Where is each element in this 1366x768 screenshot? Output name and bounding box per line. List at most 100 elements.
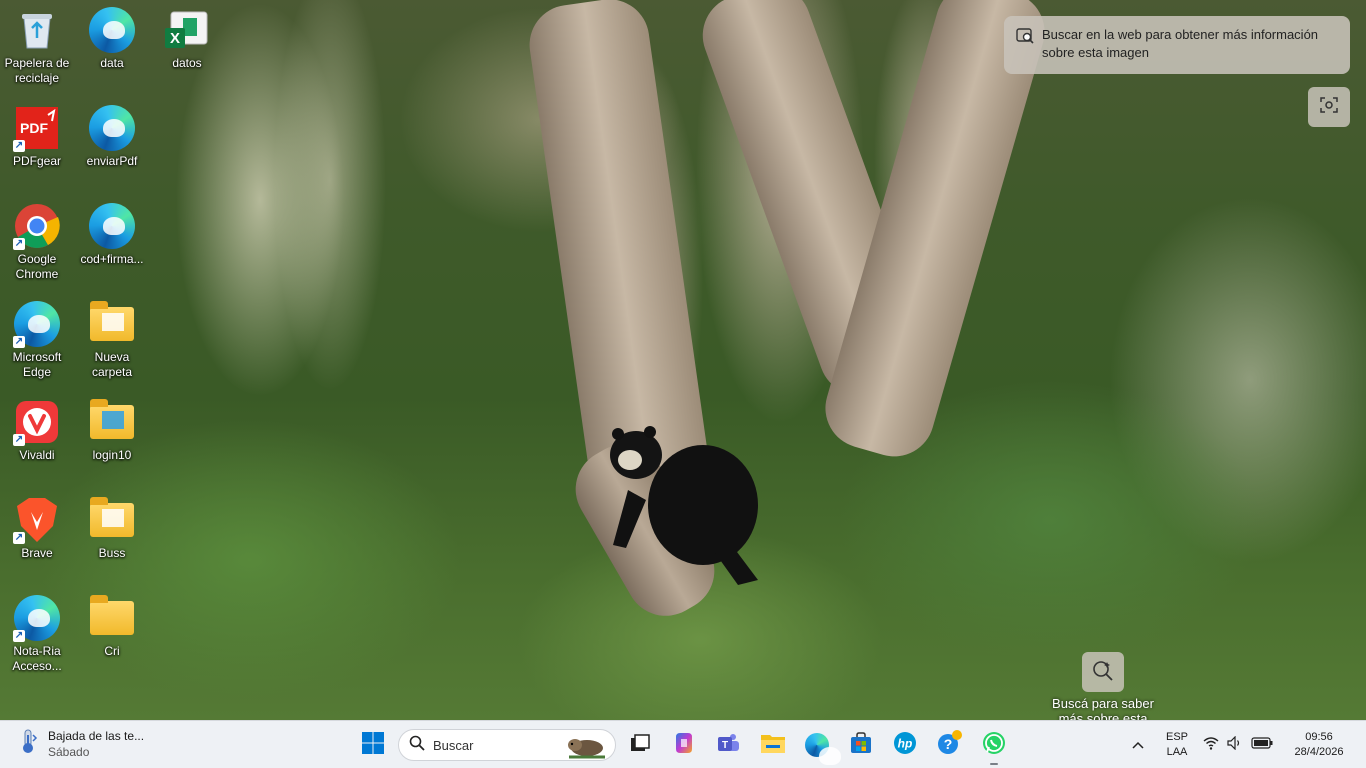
desktop-icon-recycle-bin[interactable]: Papelera de reciclaje bbox=[0, 6, 74, 86]
get-help-button[interactable]: ? bbox=[933, 729, 965, 761]
svg-text:?: ? bbox=[944, 736, 953, 752]
shortcut-arrow-icon: ↗ bbox=[13, 434, 25, 446]
quick-settings-button[interactable] bbox=[1200, 729, 1276, 761]
spotlight-button[interactable] bbox=[1082, 652, 1124, 692]
desktop-icon-label: Papelera de reciclaje bbox=[4, 56, 70, 85]
desktop-icon-login10[interactable]: login10 bbox=[75, 398, 149, 463]
weather-title: Bajada de las te... bbox=[48, 728, 145, 743]
svg-text:PDF: PDF bbox=[20, 120, 48, 136]
edge-icon bbox=[805, 733, 841, 765]
folder-icon bbox=[88, 496, 136, 544]
edge-icon: ↗ bbox=[13, 594, 61, 642]
visual-search-prompt[interactable]: Buscar en la web para obtener más inform… bbox=[1004, 16, 1350, 74]
desktop-icon-cod-firma[interactable]: cod+firma... bbox=[75, 202, 149, 267]
teams-icon: T bbox=[716, 731, 740, 760]
edge-icon: ↗ bbox=[13, 300, 61, 348]
thermometer-icon bbox=[16, 727, 40, 760]
volume-icon bbox=[1227, 735, 1243, 755]
folder-icon bbox=[88, 398, 136, 446]
desktop-icon-cri[interactable]: Cri bbox=[75, 594, 149, 659]
store-button[interactable] bbox=[845, 729, 877, 761]
desktop-icon-label: Nueva carpeta bbox=[91, 350, 133, 379]
weather-subtitle: Sábado bbox=[48, 744, 90, 759]
pdf-icon: PDF ↗ bbox=[13, 104, 61, 152]
desktop-icon-data[interactable]: data bbox=[75, 6, 149, 71]
copilot-icon bbox=[672, 731, 696, 760]
clock-time: 09:56 bbox=[1305, 731, 1333, 743]
desktop-icon-datos[interactable]: X datos bbox=[150, 6, 224, 71]
visual-search-icon bbox=[1016, 26, 1034, 49]
excel-icon: X bbox=[163, 6, 211, 54]
edge-taskbar-button[interactable] bbox=[801, 729, 841, 765]
store-icon bbox=[849, 731, 873, 760]
desktop-icon-label: Nota-Ria Acceso... bbox=[12, 644, 62, 673]
desktop-icon-label: cod+firma... bbox=[80, 252, 144, 266]
shortcut-arrow-icon: ↗ bbox=[13, 532, 25, 544]
taskbar-search-box[interactable]: Buscar bbox=[398, 729, 616, 761]
file-explorer-icon bbox=[760, 732, 786, 759]
svg-text:X: X bbox=[170, 30, 180, 47]
folder-icon bbox=[88, 594, 136, 642]
recycle-bin-icon bbox=[13, 6, 61, 54]
svg-text:hp: hp bbox=[898, 736, 913, 750]
input-language-indicator[interactable]: ESP LAA bbox=[1160, 730, 1194, 760]
folder-icon bbox=[88, 300, 136, 348]
edge-icon bbox=[88, 202, 136, 250]
hp-icon: hp bbox=[893, 731, 917, 760]
language-code: ESP bbox=[1165, 731, 1188, 743]
windows-start-icon bbox=[361, 731, 385, 760]
search-highlight-animal-icon bbox=[565, 733, 609, 764]
wifi-icon bbox=[1203, 736, 1219, 755]
whatsapp-button[interactable] bbox=[978, 729, 1010, 765]
lens-button[interactable] bbox=[1308, 87, 1350, 127]
search-placeholder: Buscar bbox=[433, 737, 474, 753]
desktop-icon-label: enviarPdf bbox=[86, 154, 138, 168]
desktop-icon-label: PDFgear bbox=[12, 154, 62, 168]
start-button[interactable] bbox=[357, 729, 389, 761]
teams-button[interactable]: T bbox=[712, 729, 744, 761]
desktop-icon-label: Google Chrome bbox=[15, 252, 59, 281]
desktop-icon-label: Buss bbox=[98, 546, 126, 560]
task-view-icon bbox=[629, 732, 651, 759]
svg-text:T: T bbox=[722, 740, 728, 751]
clock-date: 28/4/2026 bbox=[1294, 746, 1344, 758]
chevron-up-icon bbox=[1132, 736, 1144, 754]
desktop-icon-label: Vivaldi bbox=[19, 448, 55, 462]
help-icon: ? bbox=[935, 729, 963, 762]
spotlight-search-icon bbox=[1092, 659, 1114, 686]
desktop-wallpaper bbox=[0, 0, 1366, 720]
desktop-icon-nota-ria[interactable]: ↗ Nota-Ria Acceso... bbox=[0, 594, 74, 674]
shortcut-arrow-icon: ↗ bbox=[13, 238, 25, 250]
whatsapp-icon bbox=[981, 730, 1007, 761]
desktop-icon-vivaldi[interactable]: ↗ Vivaldi bbox=[0, 398, 74, 463]
desktop-icon-label: Microsoft Edge bbox=[12, 350, 62, 379]
desktop-icon-label: datos bbox=[172, 56, 202, 70]
desktop-icon-microsoft-edge[interactable]: ↗ Microsoft Edge bbox=[0, 300, 74, 380]
show-hidden-icons-button[interactable] bbox=[1124, 729, 1152, 761]
desktop-icon-chrome[interactable]: ↗ Google Chrome bbox=[0, 202, 74, 282]
desktop-icon-buss[interactable]: Buss bbox=[75, 496, 149, 561]
scan-icon bbox=[1319, 95, 1339, 120]
desktop-icon-label: Brave bbox=[21, 546, 53, 560]
shortcut-arrow-icon: ↗ bbox=[13, 140, 25, 152]
weather-widget[interactable]: Bajada de las te... Sábado bbox=[16, 727, 144, 760]
desktop-icon-enviarpdf[interactable]: enviarPdf bbox=[75, 104, 149, 169]
shortcut-arrow-icon: ↗ bbox=[13, 630, 25, 642]
task-view-button[interactable] bbox=[624, 729, 656, 761]
hp-button[interactable]: hp bbox=[889, 729, 921, 761]
battery-icon bbox=[1251, 736, 1273, 754]
copilot-button[interactable] bbox=[668, 729, 700, 761]
desktop-icon-brave[interactable]: ↗ Brave bbox=[0, 496, 74, 561]
vivaldi-icon: ↗ bbox=[13, 398, 61, 446]
desktop-icon-label: data bbox=[100, 56, 124, 70]
file-explorer-button[interactable] bbox=[757, 729, 789, 761]
visual-search-text: Buscar en la web para obtener más inform… bbox=[1042, 27, 1319, 60]
desktop-icon-pdfgear[interactable]: PDF ↗ PDFgear bbox=[0, 104, 74, 169]
brave-icon: ↗ bbox=[13, 496, 61, 544]
edge-icon bbox=[88, 6, 136, 54]
running-indicator bbox=[990, 763, 998, 765]
desktop-icon-nueva-carpeta[interactable]: Nueva carpeta bbox=[75, 300, 149, 380]
keyboard-layout: LAA bbox=[1166, 746, 1188, 758]
edge-icon bbox=[88, 104, 136, 152]
clock[interactable]: 09:56 28/4/2026 bbox=[1284, 730, 1354, 760]
